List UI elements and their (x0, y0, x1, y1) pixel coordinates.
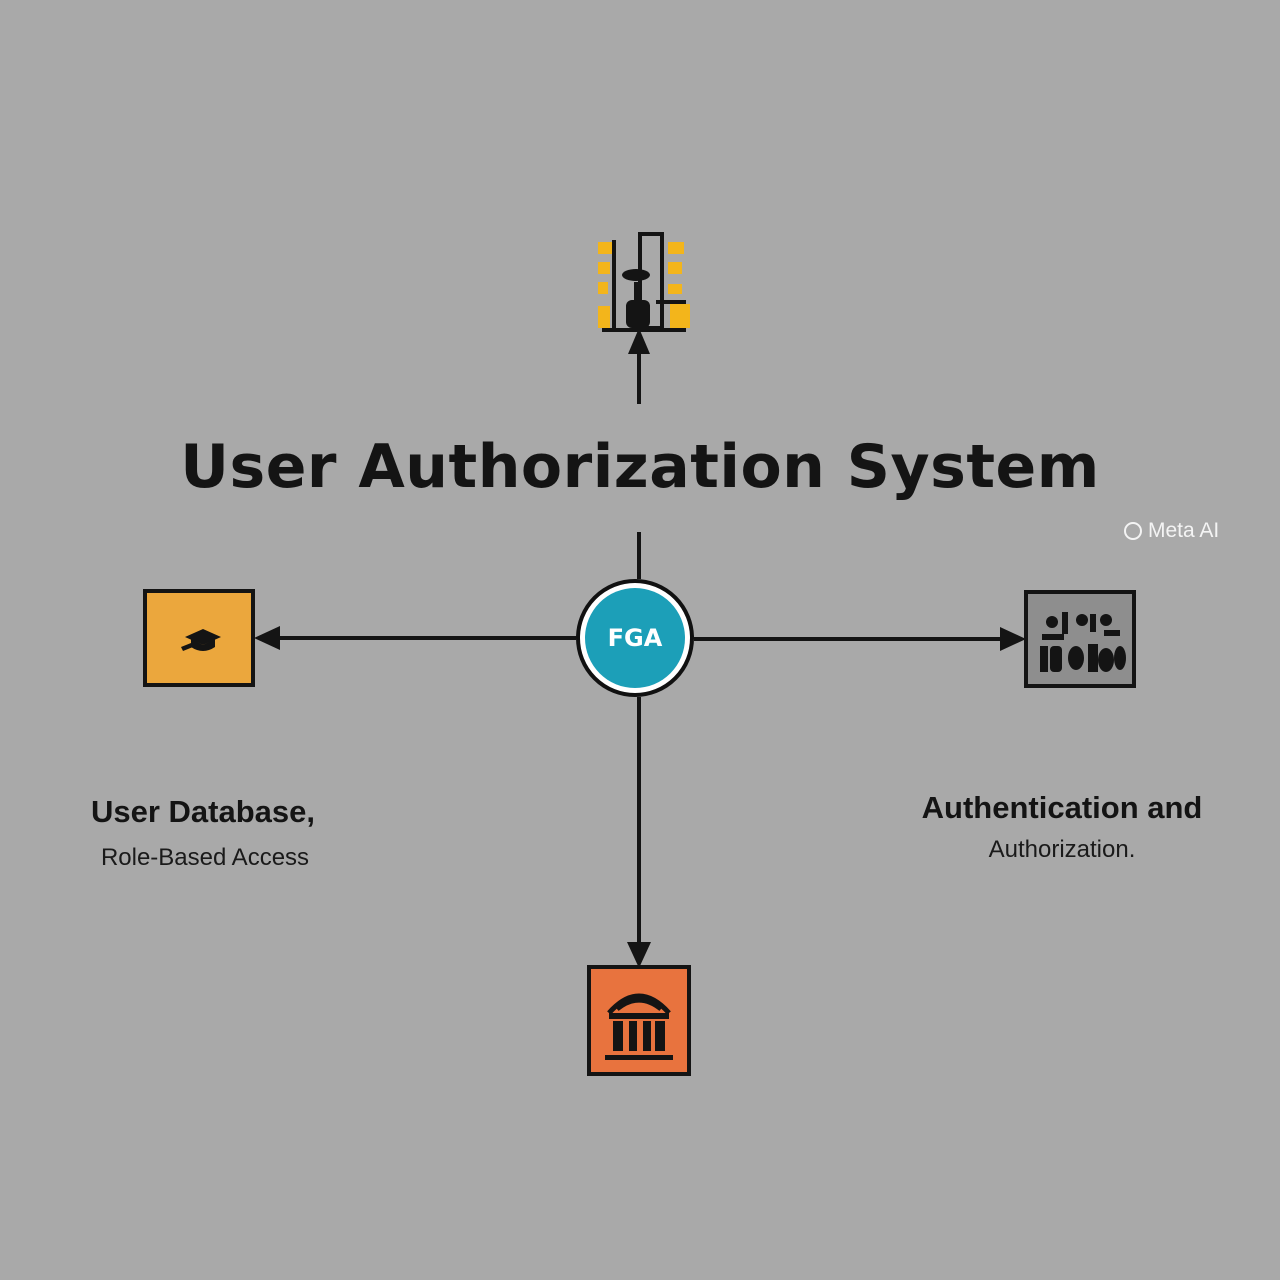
building-columns-icon (605, 993, 673, 1060)
watermark: Meta AI (1124, 516, 1219, 546)
arrowhead-right (1000, 627, 1026, 651)
right-label-subtitle: Authorization. (988, 836, 1136, 863)
people-group-icon (1040, 612, 1126, 672)
top-node (594, 228, 694, 334)
watermark-text: Meta AI (1148, 519, 1220, 542)
arrowhead-left (254, 626, 280, 650)
right-node (1024, 590, 1136, 688)
diagram-title: User Authorization System (180, 432, 1100, 502)
left-node (143, 589, 255, 687)
right-label-title: Authentication and (921, 790, 1203, 825)
fga-label: FGA (607, 624, 663, 652)
fga-hub: FGA (576, 579, 694, 697)
meta-ring-icon (1124, 522, 1142, 540)
fga-hub-fill: FGA (585, 588, 685, 688)
server-rack-icon (598, 232, 690, 332)
left-label-subtitle: Role-Based Access (100, 844, 310, 871)
bottom-node (587, 965, 691, 1076)
graduation-cap-icon (181, 629, 221, 651)
left-label-title: User Database, (90, 794, 315, 829)
